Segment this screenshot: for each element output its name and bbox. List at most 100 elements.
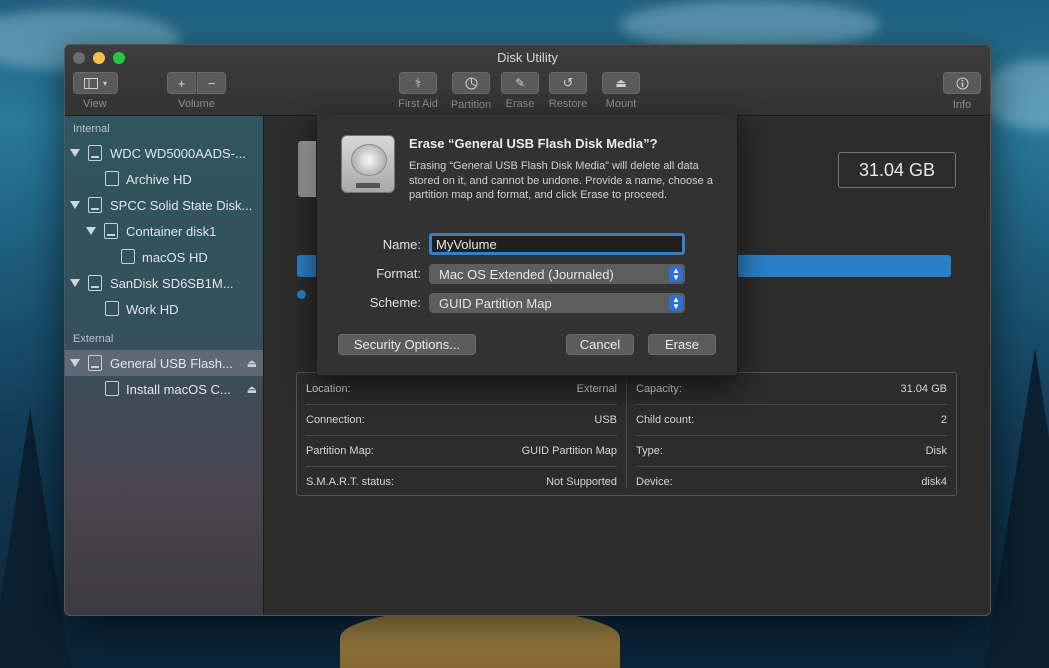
partition-button[interactable] bbox=[452, 72, 490, 94]
volume-icon bbox=[105, 301, 119, 316]
restore-label: Restore bbox=[548, 98, 588, 110]
sidebar-item-label: Archive HD bbox=[126, 171, 192, 187]
info-row-device: Device: disk4 bbox=[627, 466, 956, 497]
volume-control: + − Volume bbox=[167, 72, 226, 110]
view-button[interactable]: ▾ bbox=[73, 72, 118, 94]
eject-icon[interactable]: ⏏ bbox=[247, 383, 257, 396]
external-disk-icon bbox=[88, 355, 102, 371]
view-label: View bbox=[83, 98, 107, 110]
disclosure-triangle-icon[interactable] bbox=[86, 227, 96, 235]
sidebar-item-label: WDC WD5000AADS-... bbox=[110, 145, 246, 161]
security-options-button[interactable]: Security Options... bbox=[338, 334, 476, 355]
sheet-title: Erase “General USB Flash Disk Media”? bbox=[409, 136, 658, 151]
sidebar-item-work-hd[interactable]: Work HD bbox=[65, 296, 263, 322]
usage-legend-dot bbox=[297, 290, 306, 299]
info-row-location: Location: External bbox=[297, 373, 626, 404]
erase-control[interactable]: ✎ Erase bbox=[501, 72, 539, 110]
mount-icon: ⏏ bbox=[615, 76, 627, 90]
info-key: Child count: bbox=[636, 413, 695, 426]
info-value: disk4 bbox=[921, 475, 947, 488]
info-control[interactable]: Info bbox=[943, 72, 981, 111]
remove-volume-button[interactable]: − bbox=[197, 72, 226, 94]
info-key: Type: bbox=[636, 444, 663, 457]
eraser-icon: ✎ bbox=[514, 76, 526, 90]
info-value: USB bbox=[594, 413, 617, 426]
cancel-button[interactable]: Cancel bbox=[566, 334, 634, 355]
sidebar-item-install-macos[interactable]: Install macOS C... ⏏ bbox=[65, 376, 263, 402]
sidebar-section-external: External bbox=[73, 333, 114, 345]
add-volume-button[interactable]: + bbox=[167, 72, 196, 94]
window-title: Disk Utility bbox=[497, 50, 558, 65]
volume-icon bbox=[105, 171, 119, 186]
info-row-smart-status: S.M.A.R.T. status: Not Supported bbox=[297, 466, 626, 497]
info-label: Info bbox=[952, 98, 972, 111]
info-value: External bbox=[576, 382, 617, 395]
sidebar-item-archive-hd[interactable]: Archive HD bbox=[65, 166, 263, 192]
sidebar-icon bbox=[83, 77, 98, 89]
disclosure-triangle-icon[interactable] bbox=[70, 279, 80, 287]
name-label: Name: bbox=[382, 237, 421, 252]
mount-label: Mount bbox=[605, 98, 637, 110]
eject-icon[interactable]: ⏏ bbox=[247, 357, 257, 370]
pie-chart-icon bbox=[465, 77, 477, 89]
titlebar: Disk Utility ▾ View + − Volume ⚕ First A… bbox=[65, 45, 990, 116]
format-value: Mac OS Extended (Journaled) bbox=[439, 266, 614, 282]
volume-icon bbox=[121, 249, 135, 264]
info-row-partition-map: Partition Map: GUID Partition Map bbox=[297, 435, 626, 466]
disclosure-triangle-icon[interactable] bbox=[70, 149, 80, 157]
hard-disk-icon bbox=[88, 275, 102, 291]
sidebar-item-container-disk1[interactable]: Container disk1 bbox=[65, 218, 263, 244]
sidebar-item-wdc[interactable]: WDC WD5000AADS-... bbox=[65, 140, 263, 166]
erase-sheet: Erase “General USB Flash Disk Media”? Er… bbox=[316, 115, 738, 376]
info-value: 2 bbox=[940, 413, 947, 426]
info-table: Location: External Capacity: 31.04 GB Co… bbox=[296, 372, 957, 496]
info-row-child-count: Child count: 2 bbox=[627, 404, 956, 435]
hard-disk-icon bbox=[341, 135, 395, 193]
scheme-label: Scheme: bbox=[369, 295, 421, 310]
first-aid-label: First Aid bbox=[398, 98, 438, 110]
sidebar-item-label: SanDisk SD6SB1M... bbox=[110, 275, 234, 291]
sidebar-item-label: macOS HD bbox=[142, 249, 208, 265]
info-key: Capacity: bbox=[636, 382, 682, 395]
format-popup[interactable]: Mac OS Extended (Journaled) ▲ ▼ bbox=[429, 264, 685, 284]
name-input[interactable] bbox=[429, 233, 685, 255]
mount-button[interactable]: ⏏ bbox=[602, 72, 640, 94]
erase-toolbar-button[interactable]: ✎ bbox=[501, 72, 539, 94]
info-key: Partition Map: bbox=[306, 444, 374, 457]
sidebar-item-label: Container disk1 bbox=[126, 223, 217, 239]
sidebar-item-sandisk[interactable]: SanDisk SD6SB1M... bbox=[65, 270, 263, 296]
disclosure-triangle-icon[interactable] bbox=[70, 201, 80, 209]
info-value: GUID Partition Map bbox=[521, 444, 617, 457]
info-row-connection: Connection: USB bbox=[297, 404, 626, 435]
scheme-popup[interactable]: GUID Partition Map ▲ ▼ bbox=[429, 293, 685, 313]
info-key: Device: bbox=[636, 475, 673, 488]
mount-control[interactable]: ⏏ Mount bbox=[602, 72, 640, 110]
sidebar-item-macos-hd[interactable]: macOS HD bbox=[65, 244, 263, 270]
info-icon bbox=[956, 77, 968, 89]
erase-button[interactable]: Erase bbox=[648, 334, 716, 355]
info-key: Location: bbox=[306, 382, 351, 395]
info-value: 31.04 GB bbox=[900, 382, 947, 395]
first-aid-control[interactable]: ⚕ First Aid bbox=[398, 72, 438, 110]
chevron-updown-icon: ▲ ▼ bbox=[669, 266, 683, 282]
sidebar-item-spcc[interactable]: SPCC Solid State Disk... bbox=[65, 192, 263, 218]
restore-control[interactable]: ↺ Restore bbox=[549, 72, 587, 110]
view-control[interactable]: ▾ View bbox=[73, 72, 118, 110]
partition-label: Partition bbox=[450, 98, 492, 111]
partition-control[interactable]: Partition bbox=[451, 72, 491, 111]
capacity-display: 31.04 GB bbox=[838, 152, 956, 188]
volume-label: Volume bbox=[178, 98, 215, 110]
info-button[interactable] bbox=[943, 72, 981, 94]
disclosure-triangle-icon[interactable] bbox=[70, 359, 80, 367]
sidebar-item-label: SPCC Solid State Disk... bbox=[110, 197, 253, 213]
format-label: Format: bbox=[376, 266, 421, 281]
first-aid-button[interactable]: ⚕ bbox=[399, 72, 437, 94]
hard-disk-icon bbox=[88, 197, 102, 213]
restore-button[interactable]: ↺ bbox=[549, 72, 587, 94]
chevron-down-icon: ▾ bbox=[102, 78, 107, 88]
chevron-updown-icon: ▲ ▼ bbox=[669, 295, 683, 311]
info-value: Not Supported bbox=[546, 475, 617, 488]
info-value: Disk bbox=[925, 444, 947, 457]
sidebar-item-general-usb[interactable]: General USB Flash... ⏏ bbox=[65, 350, 263, 376]
info-key: S.M.A.R.T. status: bbox=[306, 475, 395, 488]
